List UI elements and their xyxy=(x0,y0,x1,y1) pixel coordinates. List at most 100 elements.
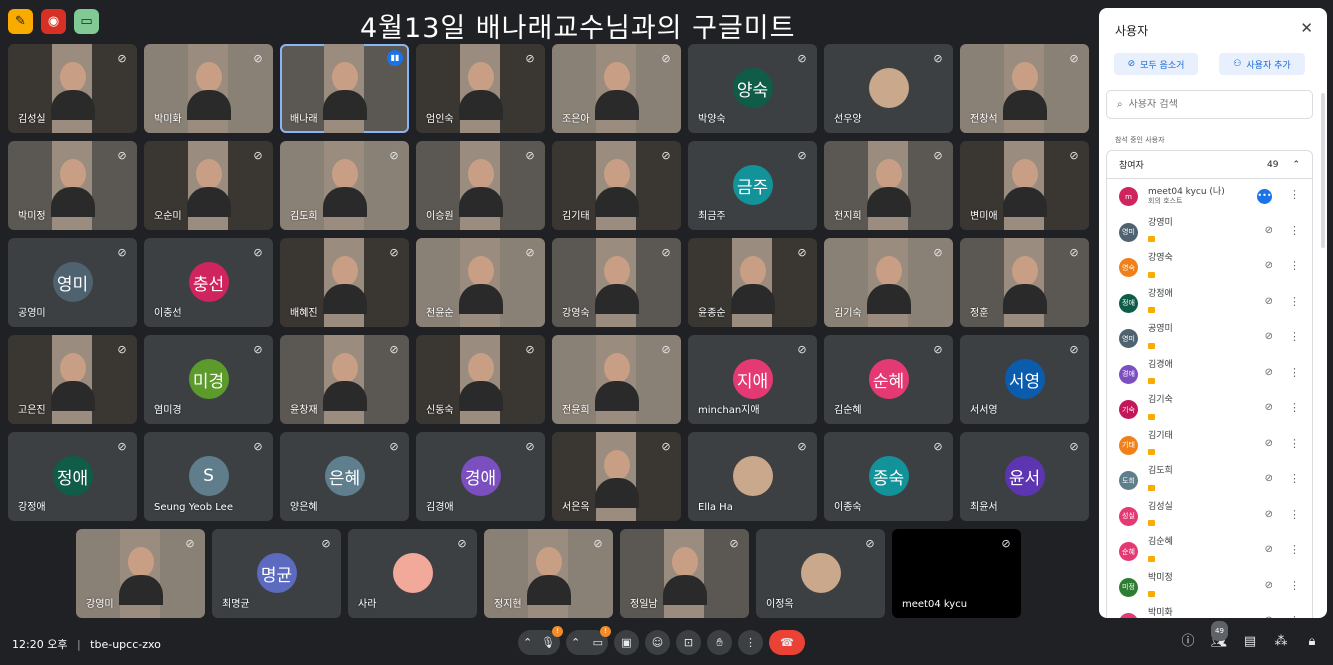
participant-row[interactable]: 기태 김기태 ⊘ ⋮ xyxy=(1107,428,1312,464)
mic-off-icon[interactable]: ⊘ xyxy=(1265,438,1273,449)
participant-tile[interactable]: ⊘ 박미화 xyxy=(144,44,273,133)
participant-tile[interactable]: ⊘ 박미정 xyxy=(8,141,137,230)
participant-tile[interactable]: ⊘ 전윤희 xyxy=(552,335,681,424)
pen-icon[interactable]: ✎ xyxy=(8,9,33,34)
chevron-up-icon[interactable]: ⌃ xyxy=(523,636,532,649)
search-input[interactable] xyxy=(1128,99,1289,110)
participant-row[interactable]: 경애 김경애 ⊘ ⋮ xyxy=(1107,357,1312,393)
participant-tile[interactable]: ⊘ 변미애 xyxy=(960,141,1089,230)
participant-tile[interactable]: ⊘ 김기숙 xyxy=(824,238,953,327)
participant-tile[interactable]: ⊘ 김성실 xyxy=(8,44,137,133)
more-vert-icon[interactable]: ⋮ xyxy=(1289,259,1300,272)
participant-tile[interactable]: 윤서 ⊘ 최윤서 xyxy=(960,432,1089,521)
people-search[interactable]: ⌕ xyxy=(1106,90,1313,119)
cast-icon[interactable]: ▭ xyxy=(74,9,99,34)
chat-icon[interactable]: ▤ xyxy=(1241,633,1259,651)
participant-tile[interactable]: ⊘ 정일남 xyxy=(620,529,749,618)
more-vert-icon[interactable]: ⋮ xyxy=(1289,437,1300,450)
participant-tile[interactable]: ⊘ 이정옥 xyxy=(756,529,885,618)
participant-tile[interactable]: 서영 ⊘ 서서영 xyxy=(960,335,1089,424)
more-vert-icon[interactable]: ⋮ xyxy=(1289,224,1300,237)
participant-row[interactable]: 미정 박미정 ⊘ ⋮ xyxy=(1107,570,1312,606)
participant-tile[interactable]: ⊘ 이승원 xyxy=(416,141,545,230)
participant-row[interactable]: 도희 김도희 ⊘ ⋮ xyxy=(1107,463,1312,499)
mic-off-icon[interactable]: ⊘ xyxy=(1265,509,1273,520)
participant-tile[interactable]: ⊘ 천윤순 xyxy=(416,238,545,327)
more-vert-icon[interactable]: ⋮ xyxy=(1289,366,1300,379)
participant-tile[interactable]: ⊘ 전창석 xyxy=(960,44,1089,133)
record-icon[interactable]: ◉ xyxy=(41,9,66,34)
activities-icon[interactable]: ⁂ xyxy=(1272,633,1290,651)
participant-tile[interactable]: 종숙 ⊘ 이종숙 xyxy=(824,432,953,521)
host-controls-icon[interactable]: 🔒︎ xyxy=(1303,633,1321,651)
mic-off-icon[interactable]: ⊘ xyxy=(1265,544,1273,555)
more-vert-icon[interactable]: ⋮ xyxy=(1289,401,1300,414)
more-vert-icon[interactable]: ⋮ xyxy=(1289,614,1300,618)
participant-tile[interactable]: ⊘ 윤종순 xyxy=(688,238,817,327)
more-vert-icon[interactable]: ⋮ xyxy=(1289,472,1300,485)
participant-row[interactable]: 영미 공영미 ⊘ ⋮ xyxy=(1107,321,1312,357)
more-vert-icon[interactable]: ⋮ xyxy=(1289,579,1300,592)
mic-off-icon[interactable]: ⊘ xyxy=(1265,615,1273,618)
participant-tile[interactable]: 순혜 ⊘ 김순혜 xyxy=(824,335,953,424)
camera-button[interactable]: ⌃ ▭ ! xyxy=(566,626,611,655)
participant-tile[interactable]: 경애 ⊘ 김경애 xyxy=(416,432,545,521)
participant-tile[interactable]: 양숙 ⊘ 박양숙 xyxy=(688,44,817,133)
participant-row[interactable]: 영미 강영미 ⊘ ⋮ xyxy=(1107,215,1312,251)
participant-tile[interactable]: ⊘ meet04 kycu xyxy=(892,529,1021,618)
participant-tile[interactable]: ⊘ 서은옥 xyxy=(552,432,681,521)
participant-tile[interactable]: ⊘ 조은아 xyxy=(552,44,681,133)
mic-off-icon[interactable]: ⊘ xyxy=(1265,473,1273,484)
leave-call-button[interactable]: ☎︎ xyxy=(769,630,805,655)
participant-tile[interactable]: ⊘ 강영미 xyxy=(76,529,205,618)
participant-tile[interactable]: ⊘ 오순미 xyxy=(144,141,273,230)
mic-off-icon[interactable]: ⊘ xyxy=(1265,296,1273,307)
participant-tile[interactable]: 지애 ⊘ minchan지애 xyxy=(688,335,817,424)
mic-off-icon[interactable]: ⊘ xyxy=(1265,225,1273,236)
add-people-button[interactable]: ⚇ 사용자 추가 xyxy=(1219,53,1305,75)
mic-button[interactable]: ⌃ 🎙︎ ! xyxy=(518,626,563,655)
participant-tile[interactable]: ⊘ 사라 xyxy=(348,529,477,618)
participant-tile[interactable]: ⊘ 정지현 xyxy=(484,529,613,618)
participant-tile[interactable]: ⊘ 천지희 xyxy=(824,141,953,230)
participant-tile[interactable]: 미경 ⊘ 염미경 xyxy=(144,335,273,424)
more-vert-icon[interactable]: ⋮ xyxy=(1289,508,1300,521)
present-button[interactable]: ⊡ xyxy=(676,630,701,655)
participant-tile[interactable]: ⊘ 윤창재 xyxy=(280,335,409,424)
more-vert-icon[interactable]: ⋮ xyxy=(1289,295,1300,308)
participant-tile[interactable]: ⊘ 정훈 xyxy=(960,238,1089,327)
captions-button[interactable]: ▣ xyxy=(614,630,639,655)
participant-tile[interactable]: 영미 ⊘ 공영미 xyxy=(8,238,137,327)
participant-tile[interactable]: ⊘ 배혜진 xyxy=(280,238,409,327)
people-icon[interactable]: 👥︎ 49 xyxy=(1210,621,1228,651)
raise-hand-button[interactable]: ✋︎ xyxy=(707,630,732,655)
close-icon[interactable]: ✕ xyxy=(1300,19,1313,37)
participant-row[interactable]: m meet04 kycu (나) 회의 호스트 ••• ⋮ xyxy=(1107,179,1312,215)
mic-off-icon[interactable]: ⊘ xyxy=(1265,367,1273,378)
participant-tile[interactable]: ⊘ 김기태 xyxy=(552,141,681,230)
participant-tile[interactable]: S ⊘ Seung Yeob Lee xyxy=(144,432,273,521)
more-vert-icon[interactable]: ⋮ xyxy=(1289,543,1300,556)
more-vert-icon[interactable]: ⋮ xyxy=(1289,188,1300,201)
participant-row[interactable]: 기숙 김기숙 ⊘ ⋮ xyxy=(1107,392,1312,428)
participant-tile[interactable]: ⊘ Ella Ha xyxy=(688,432,817,521)
participant-tile[interactable]: ⊘ 강영숙 xyxy=(552,238,681,327)
participant-tile[interactable]: 은혜 ⊘ 양은혜 xyxy=(280,432,409,521)
participant-tile[interactable]: ⊘ 고은진 xyxy=(8,335,137,424)
participant-tile[interactable]: ▮▮ 배나래 xyxy=(280,44,409,133)
more-options-button[interactable]: ⋮ xyxy=(738,630,763,655)
more-vert-icon[interactable]: ⋮ xyxy=(1289,330,1300,343)
participant-row[interactable]: 성실 김성실 ⊘ ⋮ xyxy=(1107,499,1312,535)
mic-off-icon[interactable]: ⊘ xyxy=(1265,260,1273,271)
participant-row[interactable]: 박미화 ⊘ ⋮ xyxy=(1107,605,1312,618)
participant-tile[interactable]: ⊘ 김도희 xyxy=(280,141,409,230)
mic-off-icon[interactable]: ⊘ xyxy=(1265,580,1273,591)
participant-row[interactable]: 순혜 김순혜 ⊘ ⋮ xyxy=(1107,534,1312,570)
participant-tile[interactable]: 충선 ⊘ 이충선 xyxy=(144,238,273,327)
participant-tile[interactable]: 명균 ⊘ 최명균 xyxy=(212,529,341,618)
participant-tile[interactable]: ⊘ 신동숙 xyxy=(416,335,545,424)
participant-tile[interactable]: ⊘ 엄인숙 xyxy=(416,44,545,133)
participant-tile[interactable]: ⊘ 선우양 xyxy=(824,44,953,133)
mute-all-button[interactable]: ⊘ 모두 음소거 xyxy=(1114,53,1198,75)
participant-row[interactable]: 영숙 강영숙 ⊘ ⋮ xyxy=(1107,250,1312,286)
